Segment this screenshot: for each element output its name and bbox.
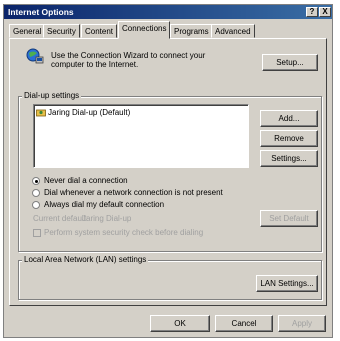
security-check-label[interactable]: Perform system security check before dia…: [44, 228, 203, 237]
apply-button[interactable]: Apply: [278, 315, 326, 332]
tab-connections[interactable]: Connections: [118, 21, 171, 39]
tab-content[interactable]: Content: [81, 24, 118, 38]
tab-general[interactable]: General: [9, 24, 46, 38]
radio-dial-whenever[interactable]: [32, 189, 40, 197]
ok-button[interactable]: OK: [150, 315, 210, 332]
tab-programs[interactable]: Programs: [170, 24, 213, 38]
add-button[interactable]: Add...: [260, 110, 318, 127]
setup-button[interactable]: Setup...: [262, 54, 318, 71]
connection-wizard-icon: [26, 48, 44, 64]
set-default-button[interactable]: Set Default: [260, 210, 318, 227]
dialup-settings-label: Dial-up settings: [22, 91, 82, 100]
radio-always-dial[interactable]: [32, 201, 40, 209]
dialog-title: Internet Options: [8, 7, 74, 17]
title-bar[interactable]: Internet Options ? X: [4, 5, 332, 19]
radio-never-dial-label[interactable]: Never dial a connection: [44, 176, 128, 185]
help-button[interactable]: ?: [306, 7, 318, 17]
radio-selected-dot: [35, 180, 38, 183]
internet-options-dialog: Internet Options ? X General Security Co…: [3, 4, 333, 338]
lan-settings-label: Local Area Network (LAN) settings: [22, 255, 149, 264]
current-default-label: Current default:: [33, 214, 89, 223]
radio-dial-whenever-label[interactable]: Dial whenever a network connection is no…: [44, 188, 223, 197]
list-item[interactable]: Jaring Dial-up (Default): [36, 107, 130, 117]
radio-always-dial-label[interactable]: Always dial my default connection: [44, 200, 164, 209]
remove-button[interactable]: Remove: [260, 130, 318, 147]
close-button[interactable]: X: [319, 7, 331, 17]
tab-advanced[interactable]: Advanced: [211, 24, 255, 38]
radio-never-dial[interactable]: [32, 177, 40, 185]
tab-security[interactable]: Security: [43, 24, 80, 38]
settings-button[interactable]: Settings...: [260, 150, 318, 167]
dialup-connection-icon: [36, 108, 46, 117]
dialup-connection-list[interactable]: Jaring Dial-up (Default): [33, 104, 249, 168]
security-check-checkbox[interactable]: [33, 229, 41, 237]
setup-description: Use the Connection Wizard to connect you…: [51, 51, 206, 69]
lan-settings-button[interactable]: LAN Settings...: [256, 275, 318, 292]
dialup-connection-name: Jaring Dial-up (Default): [48, 107, 131, 117]
cancel-button[interactable]: Cancel: [215, 315, 273, 332]
current-default-value: Jaring Dial-up: [82, 214, 132, 223]
